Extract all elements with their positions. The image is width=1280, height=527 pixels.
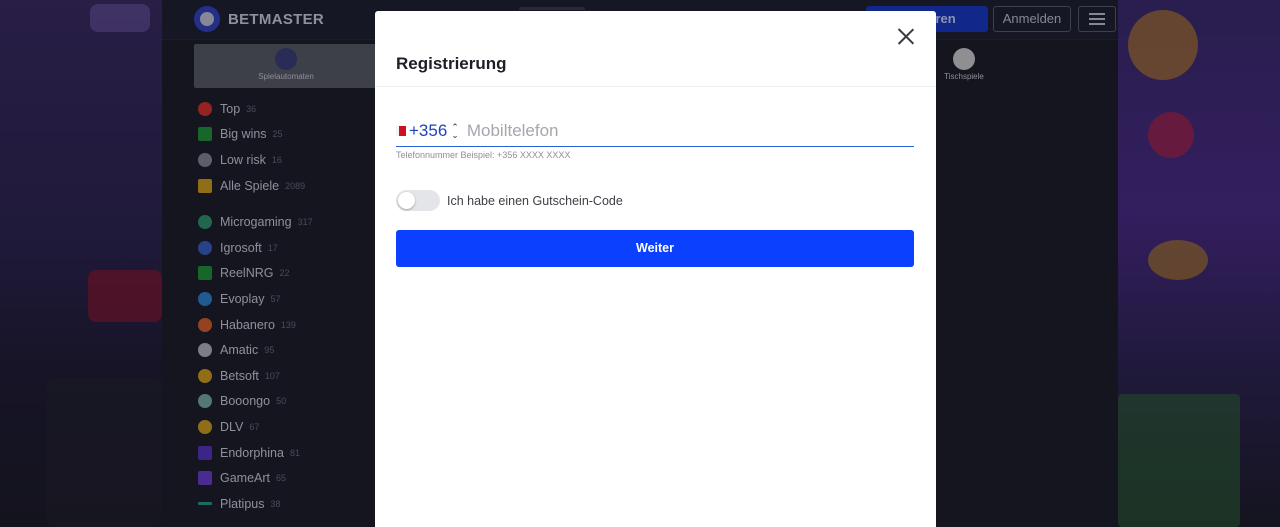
coupon-toggle[interactable] (396, 190, 440, 211)
phone-field: +356 ⌃ ⌄ (396, 115, 914, 147)
country-code-select[interactable]: +356 (409, 121, 447, 141)
registration-modal: Registrierung +356 ⌃⌄ Telefonnummer Beis… (375, 11, 936, 527)
malta-flag-icon (396, 125, 406, 136)
modal-title: Registrierung (396, 54, 507, 73)
submit-button[interactable]: Weiter (396, 230, 914, 267)
phone-hint: Telefonnummer Beispiel: +356 XXXX XXXX (396, 150, 571, 160)
toggle-knob (398, 192, 415, 209)
chevron-up-down-icon[interactable]: ⌃ ⌄ (451, 122, 459, 139)
close-icon[interactable] (897, 27, 915, 45)
coupon-toggle-label[interactable]: Ich habe einen Gutschein-Code (447, 194, 623, 208)
coupon-toggle-row: Ich habe einen Gutschein-Code (396, 190, 623, 211)
phone-input[interactable] (466, 120, 867, 141)
modal-header: Registrierung (375, 11, 936, 87)
